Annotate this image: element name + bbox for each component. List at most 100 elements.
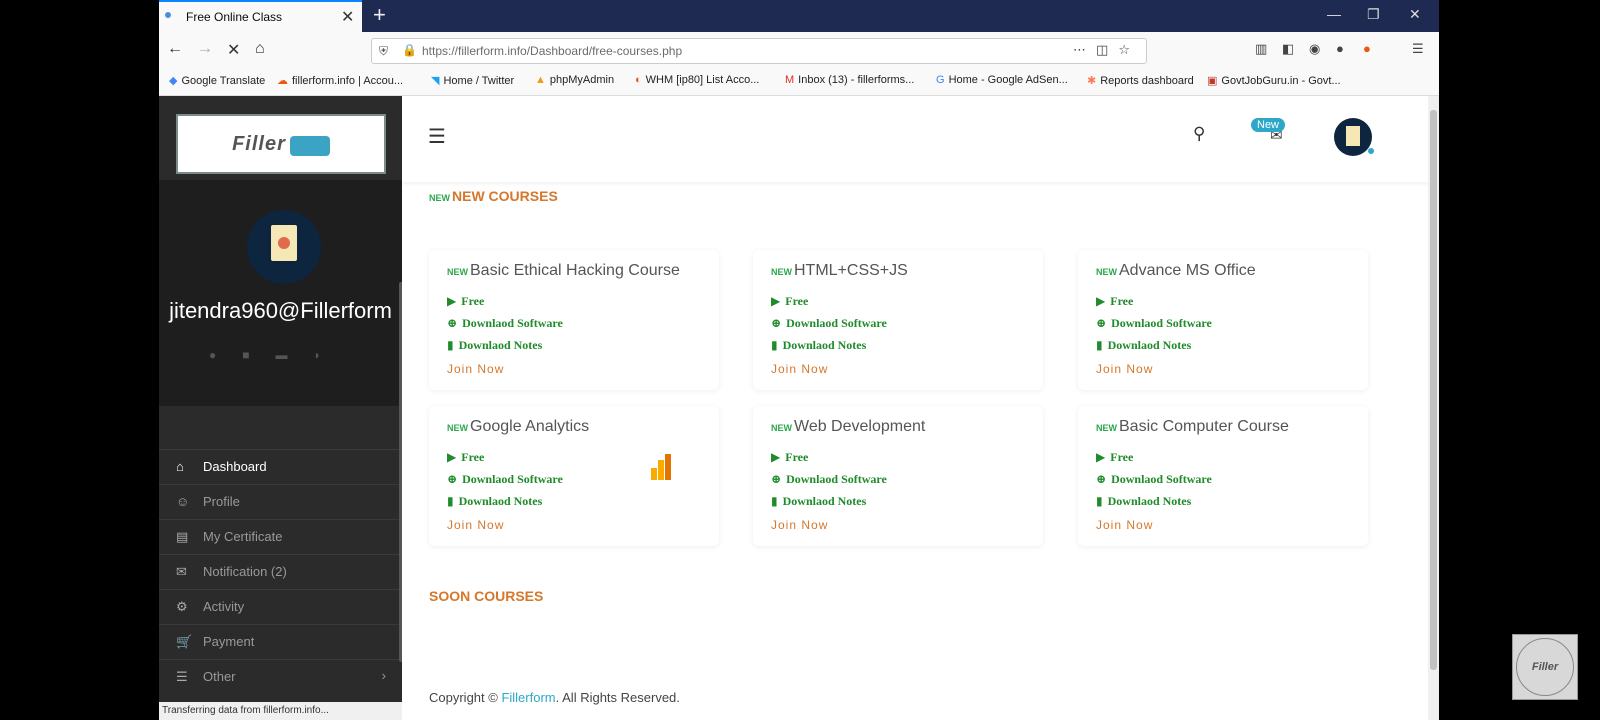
- stop-loading-icon[interactable]: ✕: [227, 40, 240, 60]
- avatar[interactable]: [247, 210, 321, 284]
- bookmark-item[interactable]: ▣ GovtJobGuru.in - Govt...: [1207, 74, 1341, 87]
- lock-icon[interactable]: ■: [242, 348, 275, 362]
- bookmark-item[interactable]: G Home - Google AdSen...: [936, 74, 1068, 86]
- download-software-link[interactable]: ⊕ Downlaod Software: [447, 472, 563, 487]
- brand-link[interactable]: Fillerform: [501, 690, 555, 705]
- new-tag-icon: NEW: [447, 267, 468, 277]
- course-card: NEW Basic Ethical Hacking Course ▶ Free ⊕ D…: [429, 250, 719, 390]
- download-notes-link[interactable]: ▮ Downlaod Notes: [447, 494, 542, 509]
- new-tab-icon[interactable]: +: [373, 2, 386, 28]
- firefox-extension-icon[interactable]: ●: [1363, 41, 1371, 56]
- download-icon: ⊕: [771, 472, 782, 486]
- download-software-link[interactable]: ⊕ Downlaod Software: [1096, 316, 1212, 331]
- join-now-link[interactable]: Join Now: [447, 518, 504, 532]
- page-scrollbar[interactable]: [1428, 96, 1439, 720]
- free-link[interactable]: ▶ Free: [1096, 450, 1133, 465]
- course-title[interactable]: NEW Basic Computer Course: [1096, 418, 1289, 436]
- sidebar-item-profile[interactable]: ☺ Profile: [159, 484, 402, 519]
- bookmark-item[interactable]: ◐ WHM [ip80] List Acco...: [635, 74, 759, 86]
- new-tag-icon: NEW: [447, 423, 468, 433]
- bookmark-item[interactable]: ◆ Google Translate: [169, 74, 265, 87]
- bookmark-star-icon[interactable]: ☆: [1118, 42, 1140, 57]
- join-now-link[interactable]: Join Now: [447, 362, 504, 376]
- url-text[interactable]: https://fillerform.info/Dashboard/free-c…: [422, 44, 682, 58]
- download-software-link[interactable]: ⊕ Downlaod Software: [447, 316, 563, 331]
- join-now-link[interactable]: Join Now: [771, 518, 828, 532]
- forward-icon[interactable]: →: [197, 40, 213, 58]
- minimize-icon[interactable]: —: [1327, 6, 1341, 22]
- hamburger-menu-icon[interactable]: ☰: [1412, 41, 1424, 57]
- sidebar-item-my-certificate[interactable]: ▤ My Certificate: [159, 519, 402, 554]
- sidebar-item-dashboard[interactable]: ⌂ Dashboard: [159, 449, 402, 484]
- page-actions-icon[interactable]: ⋯: [1073, 42, 1096, 57]
- play-circle-icon: ▶: [771, 294, 781, 308]
- translate-icon: ◆: [169, 75, 178, 87]
- pocket-icon[interactable]: ◫: [1096, 42, 1118, 57]
- file-icon: ▮: [1096, 494, 1103, 508]
- back-icon[interactable]: ←: [167, 40, 183, 58]
- download-software-link[interactable]: ⊕ Downlaod Software: [771, 472, 887, 487]
- free-link[interactable]: ▶ Free: [447, 450, 484, 465]
- sidebar-toggle-icon[interactable]: ◧: [1282, 41, 1294, 57]
- cpanel-icon: ◐: [635, 74, 642, 86]
- course-title[interactable]: NEW Basic Ethical Hacking Course: [447, 262, 680, 280]
- course-title[interactable]: NEW Web Development: [771, 418, 925, 436]
- home-icon[interactable]: ⌂: [255, 40, 265, 58]
- download-notes-link[interactable]: ▮ Downlaod Notes: [771, 338, 866, 353]
- download-notes-link[interactable]: ▮ Downlaod Notes: [1096, 338, 1191, 353]
- shield-icon[interactable]: ⛨: [379, 44, 388, 59]
- user-icon[interactable]: ●: [209, 348, 242, 362]
- close-tab-icon[interactable]: ✕: [341, 7, 354, 27]
- download-notes-link[interactable]: ▮ Downlaod Notes: [1096, 494, 1191, 509]
- sidebar-item-activity[interactable]: ⚙ Activity: [159, 589, 402, 624]
- extension-icon[interactable]: ●: [1336, 41, 1344, 56]
- download-notes-link[interactable]: ▮ Downlaod Notes: [447, 338, 542, 353]
- bookmark-item[interactable]: ✱ Reports dashboard: [1087, 74, 1194, 87]
- join-now-link[interactable]: Join Now: [1096, 362, 1153, 376]
- address-bar[interactable]: ⛨ 🔒 https://fillerform.info/Dashboard/fr…: [371, 38, 1147, 64]
- scrollbar-thumb[interactable]: [1430, 110, 1437, 670]
- library-icon[interactable]: ▥: [1255, 41, 1267, 57]
- course-card: NEW Basic Computer Course ▶ Free ⊕ Downlaod…: [1078, 406, 1368, 546]
- gmail-icon: M: [785, 74, 795, 86]
- close-window-icon[interactable]: ✕: [1409, 6, 1421, 23]
- sidebar-item-other[interactable]: ☰ Other ›: [159, 659, 402, 694]
- download-notes-link[interactable]: ▮ Downlaod Notes: [771, 494, 866, 509]
- download-software-link[interactable]: ⊕ Downlaod Software: [1096, 472, 1212, 487]
- search-icon[interactable]: ⚲: [1193, 124, 1205, 144]
- join-now-link[interactable]: Join Now: [771, 362, 828, 376]
- bookmark-item[interactable]: M Inbox (13) - fillerforms...: [785, 74, 914, 86]
- logout-icon[interactable]: ◗: [314, 348, 347, 362]
- course-title[interactable]: NEW Google Analytics: [447, 418, 589, 436]
- user-icon: ☺: [176, 494, 190, 509]
- sidebar-item-notification[interactable]: ✉ Notification (2): [159, 554, 402, 589]
- sidebar-item-payment[interactable]: 🛒 Payment: [159, 624, 402, 659]
- free-link[interactable]: ▶ Free: [771, 294, 808, 309]
- tab-title: Free Online Class: [186, 10, 283, 24]
- join-now-link[interactable]: Join Now: [1096, 518, 1153, 532]
- bookmark-item[interactable]: ☁ fillerform.info | Accou...: [277, 74, 403, 87]
- account-icon[interactable]: ◉: [1309, 41, 1320, 57]
- free-link[interactable]: ▶ Free: [771, 450, 808, 465]
- avatar[interactable]: [1334, 118, 1374, 156]
- site-logo[interactable]: Filler: [176, 114, 386, 174]
- restore-icon[interactable]: ❐: [1367, 6, 1380, 23]
- course-title[interactable]: NEW HTML+CSS+JS: [771, 262, 908, 280]
- free-link[interactable]: ▶ Free: [447, 294, 484, 309]
- section-title-soon-courses: SOON COURSES: [429, 588, 544, 604]
- course-card: NEW HTML+CSS+JS ▶ Free ⊕ Downlaod Software …: [753, 250, 1043, 390]
- file-icon: ▮: [447, 494, 454, 508]
- download-software-link[interactable]: ⊕ Downlaod Software: [771, 316, 887, 331]
- bookmark-item[interactable]: ◥ Home / Twitter: [431, 74, 514, 87]
- envelope-icon[interactable]: ▬: [276, 348, 314, 362]
- online-status-dot: [1368, 148, 1374, 154]
- bookmark-item[interactable]: ▲ phpMyAdmin: [535, 74, 614, 86]
- logo-desk-icon: [289, 135, 330, 156]
- browser-tab[interactable]: Free Online Class ✕: [159, 0, 362, 32]
- course-title[interactable]: NEW Advance MS Office: [1096, 262, 1256, 280]
- menu-toggle-icon[interactable]: ☰: [428, 124, 446, 149]
- lock-icon[interactable]: 🔒: [402, 43, 417, 57]
- twitter-icon: ◥: [431, 75, 440, 87]
- free-link[interactable]: ▶ Free: [1096, 294, 1133, 309]
- new-badge[interactable]: New: [1251, 118, 1286, 132]
